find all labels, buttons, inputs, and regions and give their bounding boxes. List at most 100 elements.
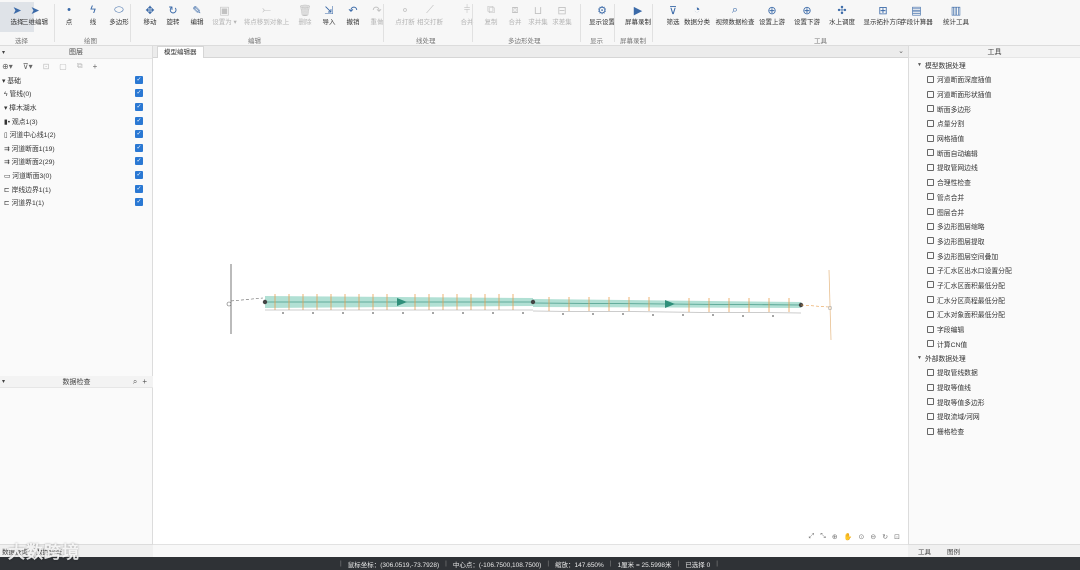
refresh-icon[interactable]: ↻ bbox=[882, 533, 888, 541]
collapse-caret-icon[interactable]: ▾ bbox=[2, 378, 5, 385]
layer-row[interactable]: ▯ 河道中心线1(2) ✓ bbox=[0, 127, 152, 141]
collapse-caret-icon[interactable]: ▾ bbox=[2, 49, 5, 56]
difference-button[interactable]: ⊟ 求差集 bbox=[545, 2, 579, 32]
video-check-button[interactable]: ⌕ 视频数据检查 bbox=[712, 2, 758, 32]
layer-visibility-checkbox[interactable]: ✓ bbox=[135, 102, 143, 111]
map-canvas[interactable]: ⤢ ⤡ ⊕ ✋ ⊙ ⊖ ↻ ⊡ bbox=[153, 58, 908, 544]
snap-point-icon: ⤚ bbox=[262, 3, 271, 16]
tool-item[interactable]: 合理性检查 bbox=[909, 175, 1080, 190]
layer-visibility-checkbox[interactable]: ✓ bbox=[135, 143, 143, 152]
layer-row[interactable]: ϟ 管线(0) ✓ bbox=[0, 87, 152, 101]
classify-button[interactable]: ◔ 数据分类 bbox=[680, 2, 714, 32]
measure-icon[interactable]: ⊡ bbox=[894, 533, 900, 541]
zoom-extent-icon[interactable]: ⤡ bbox=[820, 533, 826, 541]
duplicate-icon[interactable]: ⧉ bbox=[77, 61, 83, 71]
layer-visibility-checkbox[interactable]: ✓ bbox=[135, 184, 143, 193]
tool-category[interactable]: ▼ 模型数据处理 bbox=[909, 58, 1080, 72]
water-dispatch-icon: ✣ bbox=[837, 4, 847, 17]
field-calculator-button[interactable]: ▤ 字段计算器 bbox=[897, 2, 936, 32]
tool-item[interactable]: 网格插值 bbox=[909, 131, 1080, 146]
tool-item[interactable]: 断面自动编辑 bbox=[909, 145, 1080, 160]
statistics-button[interactable]: ▥ 统计工具 bbox=[939, 2, 973, 32]
add-layer-icon[interactable]: ⊕▾ bbox=[2, 62, 13, 71]
tool-item[interactable]: 多边形图层提取 bbox=[909, 234, 1080, 249]
set-as-button[interactable]: ▣ 设置为 ▾ bbox=[205, 2, 244, 32]
layer-visibility-checkbox[interactable]: ✓ bbox=[135, 170, 143, 179]
tab-legend[interactable]: 图例 bbox=[947, 546, 960, 556]
tool-item-label: 提取流域/河网 bbox=[937, 414, 980, 422]
layer-row[interactable]: ▮• 观点1(3) ✓ bbox=[0, 114, 152, 128]
screen-record-button[interactable]: ▶ 屏幕录制 bbox=[621, 2, 655, 32]
boundary-line bbox=[800, 304, 830, 308]
remove-layer-icon[interactable]: ▢ bbox=[59, 62, 67, 71]
display-settings-icon: ⚙ bbox=[597, 4, 607, 17]
tool-item[interactable]: 河道断面深度插值 bbox=[909, 72, 1080, 87]
layer-row[interactable]: ⇉ 河道断面2(29) ✓ bbox=[0, 155, 152, 169]
tool-item-label: 计算CN值 bbox=[937, 341, 968, 349]
layer-row[interactable]: ⊏ 河道界1(1) ✓ bbox=[0, 195, 152, 209]
layer-row[interactable]: ⇉ 河道断面1(19) ✓ bbox=[0, 141, 152, 155]
layer-name: ⊏ 岸线边界1(1) bbox=[4, 186, 51, 194]
tool-item[interactable]: 汇水对象面积最低分配 bbox=[909, 307, 1080, 322]
tab-tools[interactable]: 工具 bbox=[918, 546, 931, 556]
layer-visibility-checkbox[interactable]: ✓ bbox=[135, 130, 143, 139]
layer-list: ▾ 基础 ✓ ϟ 管线(0) ✓ ▾ 樟木湖水 ✓ ▮• 观点1(3) ✓ ▯ 河道中心线1(2… bbox=[0, 73, 152, 209]
tool-item[interactable]: 提取流域/河网 bbox=[909, 409, 1080, 424]
filter-icon[interactable]: ⊽▾ bbox=[23, 62, 33, 71]
zoom-in-icon[interactable]: ⊕ bbox=[832, 533, 838, 541]
plus-icon[interactable]: + bbox=[142, 377, 147, 387]
tool-item[interactable]: 河道断面形状插值 bbox=[909, 87, 1080, 102]
tool-item[interactable]: 多边形图层缩略 bbox=[909, 219, 1080, 234]
tool-item[interactable]: 图层合并 bbox=[909, 204, 1080, 219]
tool-item[interactable]: 提取管线数据 bbox=[909, 365, 1080, 380]
layer-name: ⇉ 河道断面1(19) bbox=[4, 145, 55, 153]
snap-point-button[interactable]: ⤚ 将点移到对象上 bbox=[240, 2, 293, 32]
layer-visibility-checkbox[interactable]: ✓ bbox=[135, 116, 143, 125]
tool-item[interactable]: 字段编辑 bbox=[909, 322, 1080, 337]
search-icon[interactable]: ⌕ bbox=[133, 377, 137, 387]
pan-icon[interactable]: ✋ bbox=[844, 533, 853, 541]
tool-item[interactable]: 提取管网边线 bbox=[909, 160, 1080, 175]
tool-item[interactable]: 汇水分区高程最低分配 bbox=[909, 292, 1080, 307]
tool-category[interactable]: ▼ 外部数据处理 bbox=[909, 351, 1080, 365]
chevron-down-icon[interactable]: ⌄ bbox=[898, 47, 904, 55]
group-separator bbox=[383, 4, 384, 42]
layer-name: ⇉ 河道断面2(29) bbox=[4, 159, 55, 167]
cursor-3d-button[interactable]: ➤ 三维编辑 bbox=[18, 2, 52, 32]
water-dispatch-button[interactable]: ✣ 水上调度 bbox=[825, 2, 859, 32]
tab-model-editor[interactable]: 模型编辑器 bbox=[157, 46, 204, 58]
layer-row[interactable]: ▾ 基础 ✓ bbox=[0, 73, 152, 87]
tool-item[interactable]: 子汇水区面积最低分配 bbox=[909, 278, 1080, 293]
intersect-break-button[interactable]: ⟋ 相交打断 bbox=[413, 2, 447, 32]
tool-item[interactable]: 断面多边形 bbox=[909, 101, 1080, 116]
layer-visibility-checkbox[interactable]: ✓ bbox=[135, 75, 143, 84]
layer-visibility-checkbox[interactable]: ✓ bbox=[135, 89, 143, 98]
expand-caret-icon: ▼ bbox=[917, 355, 922, 362]
tool-icon bbox=[927, 90, 934, 98]
set-downstream-button[interactable]: ⊕ 设置下游 bbox=[790, 2, 824, 32]
layer-row[interactable]: ▭ 河道断面3(0) ✓ bbox=[0, 168, 152, 182]
ribbon-button-label: 删除 bbox=[298, 19, 312, 26]
layer-row[interactable]: ⊏ 岸线边界1(1) ✓ bbox=[0, 182, 152, 196]
group-label-line: 线处理 bbox=[416, 38, 436, 45]
tool-item[interactable]: 提取等值多边形 bbox=[909, 394, 1080, 409]
tool-item[interactable]: 提取等值线 bbox=[909, 380, 1080, 395]
set-upstream-button[interactable]: ⊕ 设置上游 bbox=[755, 2, 789, 32]
tool-item[interactable]: 管点合并 bbox=[909, 190, 1080, 205]
tool-item[interactable]: 多边形图层空间叠加 bbox=[909, 248, 1080, 263]
tool-item[interactable]: 子汇水区出水口设置分配 bbox=[909, 263, 1080, 278]
tool-item[interactable]: 栅格检查 bbox=[909, 424, 1080, 439]
plus-icon[interactable]: + bbox=[93, 62, 98, 71]
tool-item[interactable]: 计算CN值 bbox=[909, 336, 1080, 351]
tool-item[interactable]: 点量分割 bbox=[909, 116, 1080, 131]
layer-visibility-checkbox[interactable]: ✓ bbox=[135, 157, 143, 166]
group-icon[interactable]: ⊡ bbox=[43, 62, 50, 71]
zoom-box-icon[interactable]: ⊙ bbox=[859, 533, 865, 541]
zoom-out-icon[interactable]: ⊖ bbox=[870, 533, 876, 541]
map-bottom-strip bbox=[153, 544, 908, 557]
group-separator bbox=[580, 4, 581, 42]
layer-visibility-checkbox[interactable]: ✓ bbox=[135, 198, 143, 207]
full-extent-icon[interactable]: ⤢ bbox=[809, 533, 815, 541]
layer-row[interactable]: ▾ 樟木湖水 ✓ bbox=[0, 100, 152, 114]
tool-item-label: 字段编辑 bbox=[937, 327, 965, 335]
